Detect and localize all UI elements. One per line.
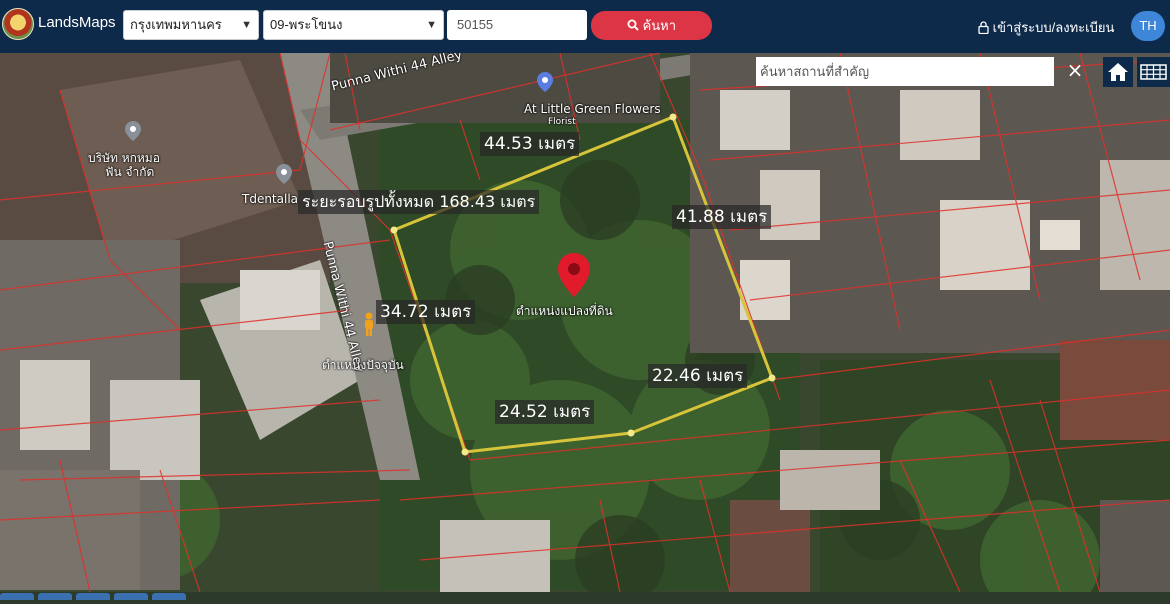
landsmaps-logo-icon[interactable] — [2, 8, 34, 40]
edge-length-right: 41.88 เมตร — [672, 205, 772, 229]
bottom-panel-tabs[interactable] — [0, 585, 200, 600]
chevron-down-icon: ▼ — [241, 19, 252, 31]
lock-icon — [978, 20, 993, 35]
close-icon[interactable]: × — [1060, 57, 1090, 86]
poi-label-flowers: At Little Green Flowers — [524, 102, 661, 116]
poi-label-flowers-sub: Florist — [548, 117, 576, 127]
edge-length-bottom-right: 22.46 เมตร — [648, 364, 748, 388]
poi-label-dental: Tdentalla — [242, 192, 299, 206]
parcel-marker-label: ตำแหน่งแปลงที่ดิน — [516, 304, 613, 318]
dental-poi-icon[interactable] — [276, 164, 292, 190]
poi-label-company-line2: ฟัน จำกัด — [105, 165, 155, 179]
bottom-tab[interactable] — [38, 593, 72, 600]
brand-name[interactable]: LandsMaps — [38, 14, 116, 31]
satellite-imagery — [0, 53, 1170, 592]
parcel-number-input[interactable]: 50155 — [447, 10, 587, 40]
edge-length-top: 44.53 เมตร — [480, 132, 580, 156]
district-select[interactable]: 09-พระโขนง ▼ — [263, 10, 444, 40]
language-toggle[interactable]: TH — [1131, 11, 1165, 41]
florist-poi-icon[interactable] — [537, 72, 553, 96]
search-icon — [627, 18, 643, 33]
district-select-value: 09-พระโขนง — [270, 17, 343, 32]
edge-length-bottom: 24.52 เมตร — [495, 400, 595, 424]
search-button[interactable]: ค้นหา — [591, 11, 712, 40]
edge-length-left: 34.72 เมตร — [376, 300, 476, 324]
grid-icon[interactable] — [1137, 57, 1170, 87]
current-location-label: ตำแหน่งปัจจุบัน — [322, 358, 404, 372]
satellite-map[interactable] — [0, 53, 1170, 592]
top-navigation-bar: LandsMaps กรุงเทพมหานคร ▼ 09-พระโขนง ▼ 5… — [0, 0, 1170, 53]
company-poi-icon[interactable] — [125, 121, 141, 147]
bottom-tab[interactable] — [76, 593, 110, 600]
place-search-input[interactable]: ค้นหาสถานที่สำคัญ — [756, 57, 1054, 86]
province-select-value: กรุงเทพมหานคร — [130, 17, 222, 32]
location-pin-icon[interactable] — [557, 252, 591, 302]
perimeter-distance-label: ระยะรอบรูปทั้งหมด 168.43 เมตร — [298, 190, 540, 214]
bottom-tab[interactable] — [152, 593, 186, 600]
login-link[interactable]: เข้าสู่ระบบ/ลงทะเบียน — [978, 17, 1114, 38]
chevron-down-icon: ▼ — [426, 19, 437, 31]
bottom-tab[interactable] — [114, 593, 148, 600]
home-icon[interactable] — [1103, 57, 1133, 87]
search-button-label: ค้นหา — [642, 18, 677, 33]
login-label: เข้าสู่ระบบ/ลงทะเบียน — [992, 20, 1115, 35]
province-select[interactable]: กรุงเทพมหานคร ▼ — [123, 10, 259, 40]
bottom-tab[interactable] — [0, 593, 34, 600]
street-view-person-icon[interactable] — [362, 312, 376, 340]
